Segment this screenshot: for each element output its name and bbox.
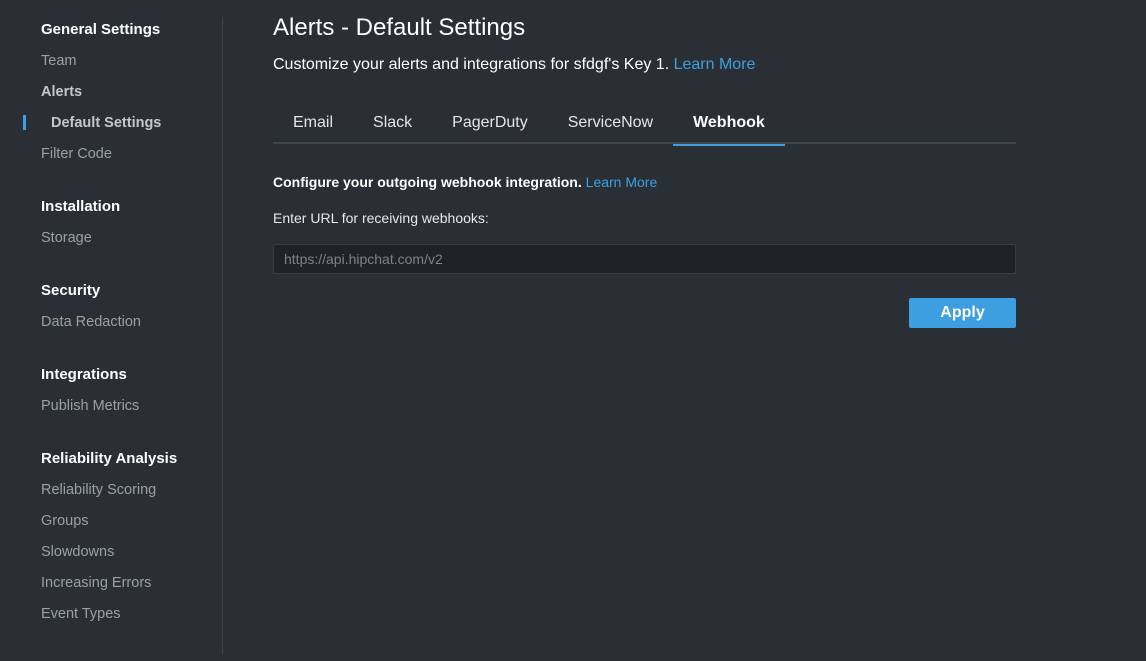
sidebar-item-team[interactable]: Team [41, 51, 161, 71]
webhook-heading-text: Configure your outgoing webhook integrat… [273, 174, 582, 190]
tab-email[interactable]: Email [273, 104, 353, 144]
learn-more-link[interactable]: Learn More [674, 56, 756, 73]
sidebar-item-publish-metrics[interactable]: Publish Metrics [41, 396, 139, 416]
sidebar-item-increasing-errors[interactable]: Increasing Errors [41, 573, 177, 593]
sidebar-item-data-redaction[interactable]: Data Redaction [41, 312, 141, 332]
webhook-url-input[interactable] [273, 244, 1016, 274]
page-subtitle: Customize your alerts and integrations f… [273, 54, 755, 76]
group-title-reliability-analysis: Reliability Analysis [41, 450, 178, 467]
sidebar-item-storage[interactable]: Storage [41, 228, 120, 248]
tab-webhook[interactable]: Webhook [673, 104, 785, 146]
nav-group-installation: Installation Storage [41, 197, 120, 248]
nav-group-reliability-analysis: Reliability Analysis Reliability Scoring… [41, 449, 177, 624]
nav-group-integrations: Integrations Publish Metrics [41, 365, 139, 416]
apply-button[interactable]: Apply [909, 298, 1016, 328]
sidebar-item-slowdowns[interactable]: Slowdowns [41, 542, 177, 562]
sidebar-item-groups[interactable]: Groups [41, 511, 177, 531]
active-indicator [23, 115, 26, 130]
sidebar-item-default-settings[interactable]: Default Settings [23, 113, 162, 133]
group-title-general-settings: General Settings [41, 21, 161, 38]
page-subtitle-text: Customize your alerts and integrations f… [273, 56, 670, 73]
nav-group-general-settings: General Settings Team Alerts Default Set… [23, 20, 162, 164]
nav-group-security: Security Data Redaction [41, 281, 141, 332]
sidebar-item-alerts[interactable]: Alerts [41, 82, 161, 102]
sidebar-item-reliability-scoring[interactable]: Reliability Scoring [41, 480, 177, 500]
sidebar-item-label: Default Settings [51, 115, 162, 131]
sidebar-item-filter-code[interactable]: Filter Code [41, 144, 161, 164]
sidebar: General Settings Team Alerts Default Set… [0, 0, 223, 661]
sidebar-divider [222, 17, 223, 654]
tab-pagerduty[interactable]: PagerDuty [432, 104, 548, 144]
group-title-installation: Installation [41, 198, 121, 215]
webhook-learn-more-link[interactable]: Learn More [586, 174, 658, 190]
page-title: Alerts - Default Settings [273, 14, 526, 41]
group-title-security: Security [41, 282, 101, 299]
sidebar-item-event-types[interactable]: Event Types [41, 604, 177, 624]
tab-servicenow[interactable]: ServiceNow [548, 104, 673, 144]
webhook-url-label: Enter URL for receiving webhooks: [273, 210, 489, 226]
group-title-integrations: Integrations [41, 366, 127, 383]
tab-bar: Email Slack PagerDuty ServiceNow Webhook [273, 104, 1016, 146]
webhook-heading: Configure your outgoing webhook integrat… [273, 172, 657, 192]
tab-slack[interactable]: Slack [353, 104, 432, 144]
